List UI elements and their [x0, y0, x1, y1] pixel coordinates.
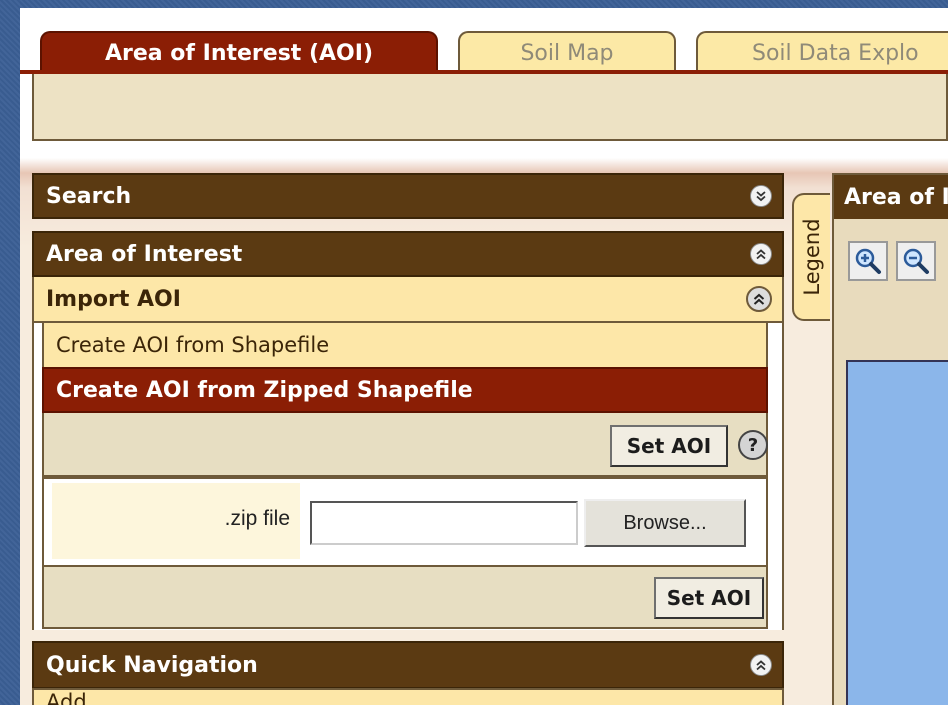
zip-file-label: .zip file	[224, 507, 290, 530]
item-label: Add...	[46, 690, 107, 705]
panel-title: Quick Navigation	[46, 652, 258, 678]
legend-tab[interactable]: Legend	[792, 193, 830, 321]
panel-title: Area of Interest	[46, 241, 243, 267]
chevron-up-double-icon[interactable]	[746, 286, 772, 312]
zip-file-row: .zip file Browse...	[42, 477, 768, 565]
tab-strip: Area of Interest (AOI) Soil Map Soil Dat…	[20, 8, 948, 73]
quick-navigation-header[interactable]: Quick Navigation	[32, 641, 784, 689]
tab-soil-map[interactable]: Soil Map	[458, 31, 676, 73]
chevron-up-double-icon[interactable]	[750, 243, 772, 265]
action-bar-bottom: Set AOI	[42, 565, 768, 629]
chevron-down-double-icon[interactable]	[750, 185, 772, 207]
map-title: Area of Interest	[844, 184, 948, 210]
tab-toolbar	[32, 74, 948, 141]
import-aoi-header[interactable]: Import AOI	[32, 277, 784, 323]
set-aoi-button-bottom[interactable]: Set AOI	[654, 577, 764, 619]
option-label: Create AOI from Shapefile	[56, 333, 330, 357]
quick-navigation-item[interactable]: Add...	[32, 688, 784, 705]
app-window: Area of Interest (AOI) Soil Map Soil Dat…	[20, 8, 948, 705]
search-panel-header[interactable]: Search	[32, 173, 784, 219]
option-create-aoi-from-shapefile[interactable]: Create AOI from Shapefile	[42, 323, 768, 369]
tab-label: Soil Data Explo	[752, 40, 919, 66]
set-aoi-button[interactable]: Set AOI	[610, 425, 728, 467]
zip-file-input[interactable]	[310, 501, 578, 545]
button-label: Set AOI	[626, 434, 712, 458]
tab-soil-data-explorer[interactable]: Soil Data Explo	[696, 31, 948, 73]
button-label: Set AOI	[666, 586, 752, 610]
help-label: ?	[747, 434, 759, 456]
map-view[interactable]	[846, 360, 948, 705]
help-icon[interactable]: ?	[738, 430, 768, 460]
section-title: Import AOI	[46, 286, 181, 312]
zip-file-label-cell: .zip file	[52, 483, 300, 559]
action-bar-top: Set AOI ?	[42, 413, 768, 477]
zoom-out-icon[interactable]	[896, 241, 936, 281]
tab-label: Soil Map	[520, 40, 614, 66]
legend-label: Legend	[800, 218, 824, 296]
panel-title: Search	[46, 183, 132, 209]
map-panel: Area of Interest	[832, 173, 948, 705]
tab-area-of-interest[interactable]: Area of Interest (AOI)	[40, 31, 438, 73]
browse-button[interactable]: Browse...	[584, 499, 746, 547]
tab-label: Area of Interest (AOI)	[105, 40, 373, 66]
button-label: Browse...	[623, 511, 707, 534]
option-label: Create AOI from Zipped Shapefile	[56, 377, 473, 403]
zoom-in-icon[interactable]	[848, 241, 888, 281]
option-create-aoi-from-zipped-shapefile[interactable]: Create AOI from Zipped Shapefile	[42, 367, 768, 413]
aoi-panel-header[interactable]: Area of Interest	[32, 231, 784, 277]
map-panel-header: Area of Interest	[834, 175, 948, 219]
chevron-up-double-icon[interactable]	[750, 654, 772, 676]
